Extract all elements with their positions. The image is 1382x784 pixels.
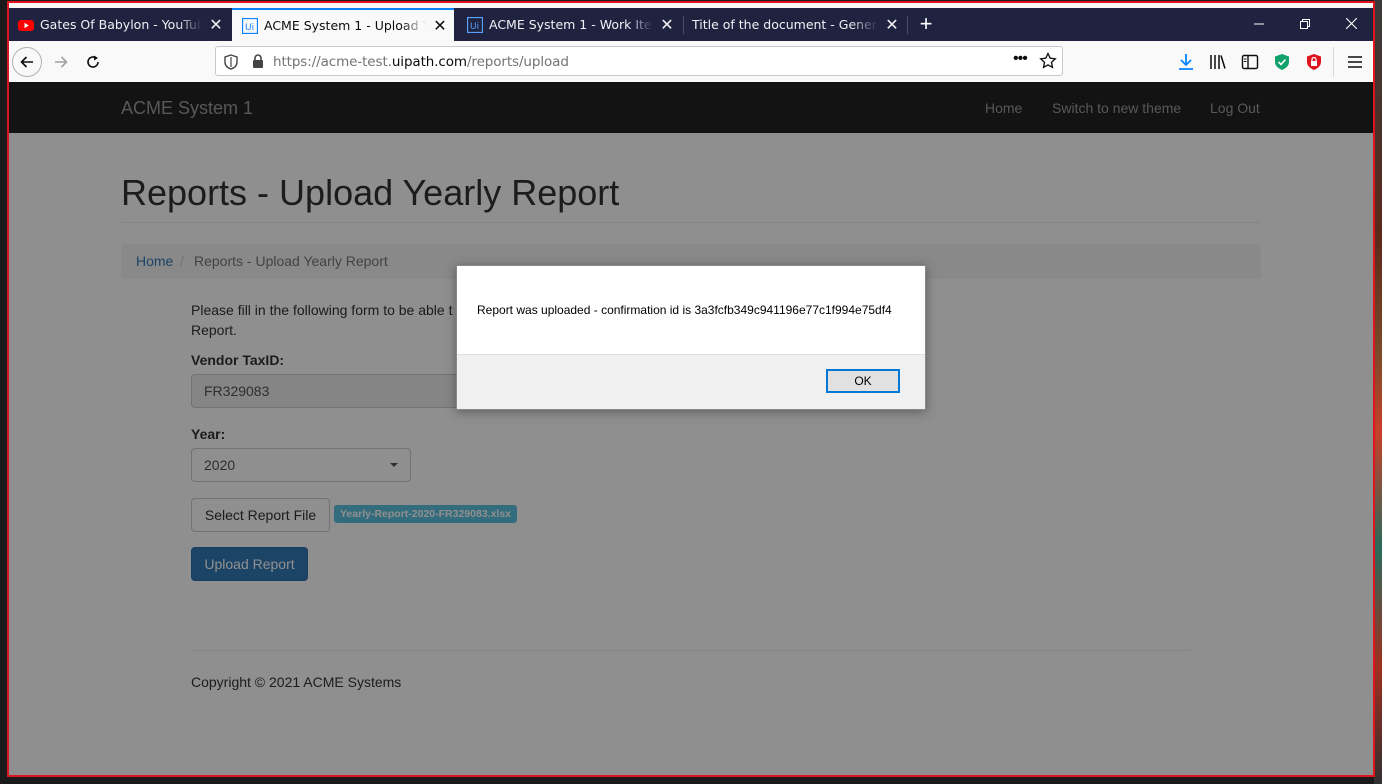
close-tab-icon[interactable]: ✕ <box>653 15 681 34</box>
svg-text:Ui: Ui <box>470 22 479 32</box>
tab-label: Title of the document - Generate Yearly … <box>692 17 878 32</box>
restore-button[interactable] <box>1282 8 1328 41</box>
page-actions-icon[interactable]: ••• <box>1013 50 1028 68</box>
dialog-message: Report was uploaded - confirmation id is… <box>477 303 892 317</box>
tab-label: ACME System 1 - Work Items <box>489 17 653 32</box>
downloads-icon[interactable] <box>1176 52 1196 72</box>
reload-icon <box>87 55 99 68</box>
tab-upload-report[interactable]: Ui ACME System 1 - Upload Yearly Report … <box>232 8 454 41</box>
new-tab-button[interactable]: + <box>911 8 941 41</box>
url-text[interactable]: https://acme-test.uipath.com/reports/upl… <box>273 54 569 70</box>
bookmark-star-icon[interactable] <box>1039 51 1057 75</box>
lock-icon[interactable] <box>252 54 264 74</box>
minimize-icon <box>1254 23 1264 25</box>
youtube-icon <box>18 17 34 33</box>
modal-backdrop <box>8 82 1374 776</box>
tab-bar: Gates Of Babylon - YouTube ✕ Ui ACME Sys… <box>8 8 1374 41</box>
back-arrow-icon <box>20 56 33 68</box>
ublock-icon[interactable] <box>1304 52 1324 72</box>
url-prefix: https://acme-test. <box>273 54 392 70</box>
alert-dialog: Report was uploaded - confirmation id is… <box>456 265 926 410</box>
reload-button[interactable] <box>78 47 108 77</box>
svg-text:Ui: Ui <box>245 23 254 33</box>
sidebar-icon[interactable] <box>1240 52 1260 72</box>
close-tab-icon[interactable]: ✕ <box>202 15 230 34</box>
close-window-button[interactable] <box>1328 8 1374 41</box>
library-icon[interactable] <box>1208 52 1228 72</box>
browser-window: Gates Of Babylon - YouTube ✕ Ui ACME Sys… <box>8 2 1374 776</box>
navigation-toolbar: https://acme-test.uipath.com/reports/upl… <box>8 41 1374 83</box>
tab-label: Gates Of Babylon - YouTube <box>40 17 202 32</box>
address-bar[interactable]: https://acme-test.uipath.com/reports/upl… <box>215 46 1063 76</box>
ok-button[interactable]: OK <box>826 369 900 393</box>
tab-youtube[interactable]: Gates Of Babylon - YouTube ✕ <box>8 8 230 41</box>
minimize-button[interactable] <box>1236 8 1282 41</box>
tab-generate-report[interactable]: Title of the document - Generate Yearly … <box>684 8 906 41</box>
close-tab-icon[interactable]: ✕ <box>426 16 454 35</box>
extension-shield-icon[interactable] <box>1272 52 1292 72</box>
url-domain: uipath.com <box>391 54 467 70</box>
toolbar-divider <box>1333 47 1334 77</box>
shield-icon[interactable] <box>224 54 238 75</box>
forward-arrow-icon <box>55 56 68 68</box>
tab-work-items[interactable]: Ui ACME System 1 - Work Items ✕ <box>457 8 681 41</box>
restore-icon <box>1300 19 1310 29</box>
url-path: /reports/upload <box>466 54 569 70</box>
back-button[interactable] <box>12 47 42 77</box>
uipath-icon: Ui <box>466 16 484 33</box>
dialog-footer: OK <box>457 354 925 409</box>
menu-icon[interactable] <box>1345 52 1365 72</box>
desktop-background <box>1374 0 1382 784</box>
forward-button[interactable] <box>46 47 76 77</box>
uipath-icon: Ui <box>241 17 259 34</box>
web-page: ACME System 1 Home Switch to new theme L… <box>8 82 1374 776</box>
tab-label: ACME System 1 - Upload Yearly Report <box>264 18 426 33</box>
tab-separator <box>907 16 908 34</box>
close-tab-icon[interactable]: ✕ <box>878 15 906 34</box>
close-icon <box>1345 17 1357 30</box>
